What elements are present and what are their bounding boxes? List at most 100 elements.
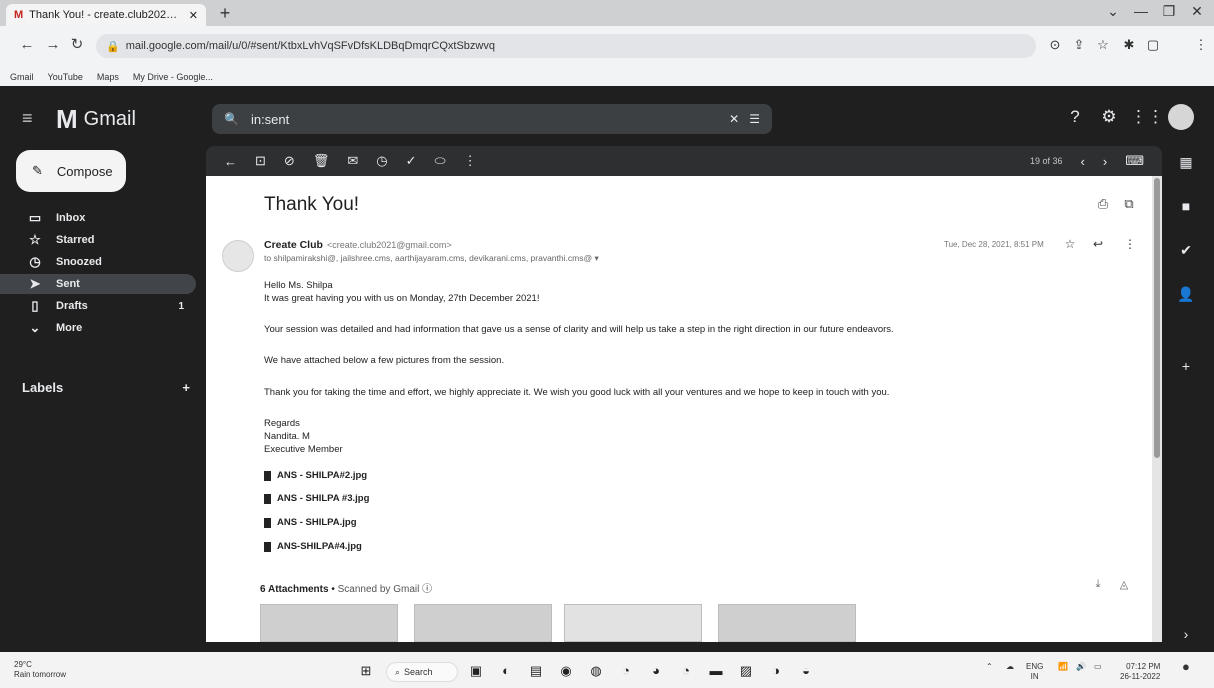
maximize-button[interactable]: ❐ — [1156, 3, 1182, 23]
edge-icon[interactable]: ◒ — [796, 662, 816, 680]
clear-search-icon[interactable]: ✕ — [729, 112, 739, 126]
gmail-logo[interactable]: M Gmail — [56, 104, 136, 135]
tray-overflow-icon[interactable]: ⌃ — [986, 662, 993, 672]
main-menu-icon[interactable]: ≡ — [22, 109, 42, 127]
add-task-icon[interactable]: ✓ — [406, 153, 417, 169]
close-window-button[interactable]: ✕ — [1184, 3, 1210, 23]
bookmark-youtube[interactable]: YouTube — [48, 72, 83, 82]
add-label-icon[interactable]: + — [182, 380, 190, 395]
label-icon[interactable]: ⬭ — [434, 153, 445, 169]
keep-icon[interactable]: ■ — [1176, 196, 1196, 216]
onedrive-icon[interactable]: ☁ — [1006, 662, 1014, 672]
share-icon[interactable]: ⇪ — [1070, 36, 1088, 54]
nav-item-inbox[interactable]: ▭ Inbox — [0, 208, 196, 228]
mark-unread-icon[interactable]: ✉ — [347, 153, 358, 169]
chat-icon[interactable]: ◐ — [496, 662, 516, 680]
sidepanel-icon[interactable]: ▢ — [1144, 36, 1162, 54]
open-new-window-icon[interactable]: ⧉ — [1120, 196, 1138, 214]
download-all-icon[interactable]: ⤓ — [1090, 578, 1106, 594]
delete-icon[interactable]: 🗑 — [313, 153, 330, 169]
hide-side-panel-icon[interactable]: › — [1176, 624, 1196, 644]
tasks-icon[interactable]: ✔ — [1176, 240, 1196, 260]
bookmark-gmail[interactable]: Gmail — [10, 72, 34, 82]
file-explorer-icon[interactable]: ▤ — [526, 662, 546, 680]
message-more-icon[interactable]: ⋮ — [1122, 237, 1138, 253]
search-icon[interactable]: 🔍 — [224, 112, 239, 126]
weather-widget[interactable]: 29°C Rain tomorrow — [14, 660, 66, 680]
address-bar[interactable]: 🔒 mail.google.com/mail/u/0/#sent/KtbxLvh… — [96, 34, 1036, 58]
account-avatar[interactable] — [1168, 104, 1194, 130]
task-view-icon[interactable]: ▣ — [466, 662, 486, 680]
send-icon: ➤ — [29, 276, 41, 291]
star-message-icon[interactable]: ☆ — [1062, 237, 1078, 253]
sender-avatar — [222, 240, 254, 272]
keyboard-icon[interactable]: ⌨ — [1125, 153, 1144, 169]
bookmark-maps[interactable]: Maps — [97, 72, 119, 82]
reload-icon[interactable]: ↻ — [68, 36, 86, 54]
inline-attachment-2[interactable]: ANS - SHILPA #3.jpg — [264, 493, 369, 504]
battery-icon[interactable]: ▭ — [1094, 662, 1102, 672]
start-icon[interactable]: ⊞ — [356, 662, 376, 680]
chrome-icon[interactable]: ◔ — [616, 662, 636, 680]
browser-menu-icon[interactable]: ⋮ — [1192, 36, 1210, 54]
get-addons-icon[interactable]: + — [1176, 356, 1196, 376]
wifi-icon[interactable]: 📶 — [1058, 662, 1068, 672]
apps-grid-icon[interactable]: ⋮⋮ — [1130, 104, 1164, 130]
attachment-thumbnail[interactable] — [414, 604, 552, 642]
forward-icon[interactable]: → — [44, 36, 62, 54]
newer-icon[interactable]: ‹ — [1081, 154, 1085, 169]
language-indicator[interactable]: ENG IN — [1026, 662, 1043, 682]
nav-item-snoozed[interactable]: ◷ Snoozed — [0, 252, 196, 272]
chrome-icon[interactable]: ◔ — [676, 662, 696, 680]
bookmark-drive[interactable]: My Drive - Google... — [133, 72, 213, 82]
app-icon[interactable]: ◍ — [586, 662, 606, 680]
nav-item-sent[interactable]: ➤ Sent — [0, 274, 196, 294]
attachment-thumbnail[interactable] — [564, 604, 702, 642]
support-icon[interactable]: ? — [1062, 104, 1088, 130]
nav-item-more[interactable]: ⌄ More — [0, 318, 196, 338]
app-icon[interactable]: ▬ — [706, 662, 726, 680]
more-options-icon[interactable]: ⋮ — [464, 153, 477, 169]
new-tab-button[interactable]: + — [214, 4, 236, 24]
settings-gear-icon[interactable]: ⚙ — [1096, 104, 1122, 130]
compose-button[interactable]: ✎ Compose — [16, 150, 126, 192]
report-spam-icon[interactable]: ⊘ — [284, 153, 295, 169]
nav-item-starred[interactable]: ☆ Starred — [0, 230, 196, 250]
chrome-icon[interactable]: ◕ — [646, 662, 666, 680]
browser-tab[interactable]: M Thank You! - create.club2021@g ✕ — [6, 4, 206, 26]
notifications-icon[interactable]: ● — [1182, 660, 1190, 673]
add-to-drive-icon[interactable]: ◬ — [1116, 578, 1132, 594]
calendar-icon[interactable]: ▦ — [1176, 152, 1196, 172]
attachment-thumbnail[interactable] — [718, 604, 856, 642]
extensions-icon[interactable]: ✱ — [1120, 36, 1138, 54]
taskbar-search[interactable]: ⌕ Search — [386, 662, 458, 682]
tab-search-icon[interactable]: ⌄ — [1100, 3, 1126, 23]
bookmark-star-icon[interactable]: ☆ — [1094, 36, 1112, 54]
archive-icon[interactable]: ⊡ — [255, 153, 266, 169]
app-icon[interactable]: ◉ — [556, 662, 576, 680]
snooze-icon[interactable]: ◷ — [376, 153, 387, 169]
info-icon[interactable]: ⓘ — [422, 584, 432, 595]
clock[interactable]: 07:12 PM 26-11-2022 — [1120, 662, 1160, 682]
app-icon[interactable]: ▨ — [736, 662, 756, 680]
scrollbar-thumb[interactable] — [1154, 178, 1160, 458]
recipients-line[interactable]: to shilpamirakshi@, jailshree.cms, aarth… — [264, 253, 599, 264]
close-tab-icon[interactable]: ✕ — [189, 9, 198, 22]
inline-attachment-1[interactable]: ANS - SHILPA#2.jpg — [264, 470, 367, 481]
contacts-icon[interactable]: 👤 — [1176, 284, 1196, 304]
search-options-icon[interactable]: ☰ — [749, 112, 760, 126]
volume-icon[interactable]: 🔊 — [1076, 662, 1086, 672]
chrome-icon[interactable]: ◑ — [766, 662, 786, 680]
location-icon[interactable]: ⊙ — [1046, 36, 1064, 54]
older-icon[interactable]: › — [1103, 154, 1107, 169]
search-input[interactable] — [248, 110, 720, 128]
reply-icon[interactable]: ↩ — [1090, 237, 1106, 253]
inline-attachment-4[interactable]: ANS-SHILPA#4.jpg — [264, 541, 362, 552]
back-to-list-icon[interactable]: ← — [224, 154, 237, 169]
nav-item-drafts[interactable]: ▯ Drafts 1 — [0, 296, 196, 316]
print-icon[interactable]: ⎙ — [1094, 196, 1112, 214]
inline-attachment-3[interactable]: ANS - SHILPA.jpg — [264, 517, 357, 528]
back-icon[interactable]: ← — [18, 36, 36, 54]
attachment-thumbnail[interactable] — [260, 604, 398, 642]
minimize-button[interactable]: — — [1128, 3, 1154, 23]
